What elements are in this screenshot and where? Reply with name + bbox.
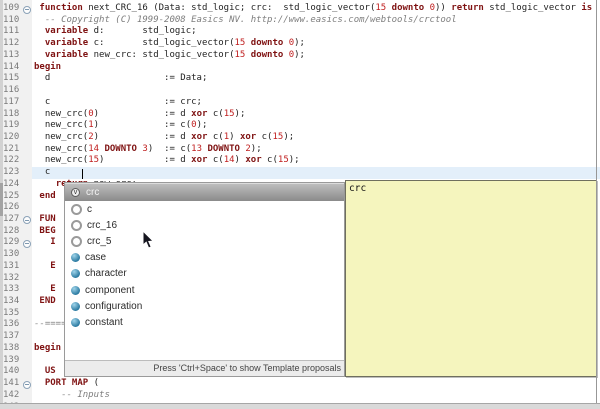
line-number[interactable]: 130 xyxy=(0,249,32,261)
doc-tooltip-text: crc xyxy=(349,183,367,194)
completion-item-selected[interactable]: v crc xyxy=(65,183,344,201)
keyword-icon xyxy=(71,285,80,295)
completion-item-label: crc_16 xyxy=(87,219,118,231)
completion-item[interactable]: c xyxy=(65,201,344,217)
line-number[interactable]: 109 xyxy=(0,3,32,15)
line-number[interactable]: 113 xyxy=(0,50,32,62)
code-line[interactable]: variable d: std_logic; xyxy=(32,26,600,38)
line-number-ruler[interactable]: 1081091101111121131141151161171181191201… xyxy=(0,0,33,409)
line-number[interactable]: 127 xyxy=(0,214,32,226)
code-line[interactable]: variable new_crc: std_logic_vector(15 do… xyxy=(32,50,600,62)
line-number[interactable]: 120 xyxy=(0,132,32,144)
line-number[interactable]: 131 xyxy=(0,261,32,273)
line-number[interactable]: 141 xyxy=(0,378,32,390)
code-line[interactable]: PORT MAP ( xyxy=(32,378,600,390)
line-number[interactable]: 121 xyxy=(0,144,32,156)
keyword-icon xyxy=(71,317,80,327)
completion-item[interactable]: character xyxy=(65,266,344,282)
line-number[interactable]: 116 xyxy=(0,85,32,97)
line-number[interactable]: 129 xyxy=(0,237,32,249)
code-line[interactable]: function next_CRC_16 (Data: std_logic; c… xyxy=(32,3,600,15)
code-line[interactable]: variable c: std_logic_vector(15 downto 0… xyxy=(32,38,600,50)
completion-item-label: crc_5 xyxy=(87,235,112,247)
line-number[interactable]: 117 xyxy=(0,97,32,109)
line-number[interactable]: 133 xyxy=(0,284,32,296)
fold-marker-icon[interactable] xyxy=(23,380,31,389)
code-line[interactable]: -- Copyright (C) 1999-2008 Easics NV. ht… xyxy=(32,15,600,27)
code-line[interactable]: new_crc(0) := d xor c(15); xyxy=(32,109,600,121)
line-number[interactable]: 124 xyxy=(0,179,32,191)
completion-item-label: c xyxy=(87,203,92,215)
line-number[interactable]: 139 xyxy=(0,355,32,367)
fold-marker-icon[interactable] xyxy=(23,216,31,225)
line-number[interactable]: 136 xyxy=(0,319,32,331)
vhdl-editor: 1081091101111121131141151161171181191201… xyxy=(0,0,600,409)
completion-item-label: configuration xyxy=(85,300,143,312)
code-line[interactable]: -- Inputs xyxy=(32,390,600,402)
completion-item[interactable]: configuration xyxy=(65,298,344,314)
keyword-icon xyxy=(71,269,80,279)
completion-popup: v crc c crc_16 crc_5case character component… xyxy=(64,182,345,377)
keyword-icon xyxy=(71,301,80,311)
doc-tooltip-panel: crc xyxy=(345,180,597,377)
line-number[interactable]: 128 xyxy=(0,226,32,238)
code-line[interactable]: new_crc(1) := c(0); xyxy=(32,120,600,132)
line-number[interactable]: 137 xyxy=(0,331,32,343)
line-number[interactable]: 115 xyxy=(0,73,32,85)
identifier-icon xyxy=(71,203,82,215)
line-number[interactable]: 125 xyxy=(0,191,32,203)
line-number[interactable]: 132 xyxy=(0,273,32,285)
fold-marker-icon[interactable] xyxy=(23,5,31,14)
completion-item[interactable]: constant xyxy=(65,314,344,330)
code-line[interactable]: d := Data; xyxy=(32,73,600,85)
completion-item-label: constant xyxy=(85,316,123,328)
mouse-cursor-icon xyxy=(142,231,155,249)
line-number[interactable]: 123 xyxy=(0,167,32,179)
code-line[interactable]: c xyxy=(32,167,600,179)
line-number[interactable]: 126 xyxy=(0,202,32,214)
completion-item-label: case xyxy=(85,252,107,264)
line-number[interactable]: 118 xyxy=(0,109,32,121)
code-line[interactable]: c := crc; xyxy=(32,97,600,109)
line-number[interactable]: 111 xyxy=(0,26,32,38)
fold-marker-icon[interactable] xyxy=(23,239,31,248)
code-line[interactable]: new_crc(2) := d xor c(1) xor c(15); xyxy=(32,132,600,144)
completion-item[interactable]: crc_16 xyxy=(65,217,344,233)
text-caret xyxy=(82,169,83,179)
template-icon: v xyxy=(71,188,80,197)
identifier-icon xyxy=(71,219,82,231)
line-number[interactable]: 135 xyxy=(0,308,32,320)
code-line[interactable]: new_crc(14 DOWNTO 3) := c(13 DOWNTO 2); xyxy=(32,144,600,156)
line-number[interactable]: 110 xyxy=(0,15,32,27)
code-line[interactable] xyxy=(32,85,600,97)
completion-list: c crc_16 crc_5case character component config… xyxy=(65,201,344,360)
editor-right-border xyxy=(596,0,597,403)
keyword-icon xyxy=(71,253,80,263)
line-number[interactable]: 114 xyxy=(0,62,32,74)
line-number[interactable]: 142 xyxy=(0,390,32,402)
line-number[interactable]: 122 xyxy=(0,155,32,167)
completion-item[interactable]: case xyxy=(65,250,344,266)
line-number[interactable]: 134 xyxy=(0,296,32,308)
line-number[interactable]: 138 xyxy=(0,343,32,355)
completion-item[interactable]: component xyxy=(65,282,344,298)
line-number[interactable]: 112 xyxy=(0,38,32,50)
completion-status-bar: Press 'Ctrl+Space' to show Template prop… xyxy=(65,360,344,376)
line-number[interactable]: 140 xyxy=(0,366,32,378)
completion-item[interactable]: crc_5 xyxy=(65,233,344,249)
code-line[interactable]: begin xyxy=(32,62,600,74)
line-number[interactable]: 119 xyxy=(0,120,32,132)
completion-item-label: component xyxy=(85,284,135,296)
completion-item-label: character xyxy=(85,268,127,280)
completion-item-label: crc xyxy=(86,187,100,198)
window-bottom-edge xyxy=(0,403,600,409)
code-line[interactable]: new_crc(15) := d xor c(14) xor c(15); xyxy=(32,155,600,167)
identifier-icon xyxy=(71,235,82,247)
